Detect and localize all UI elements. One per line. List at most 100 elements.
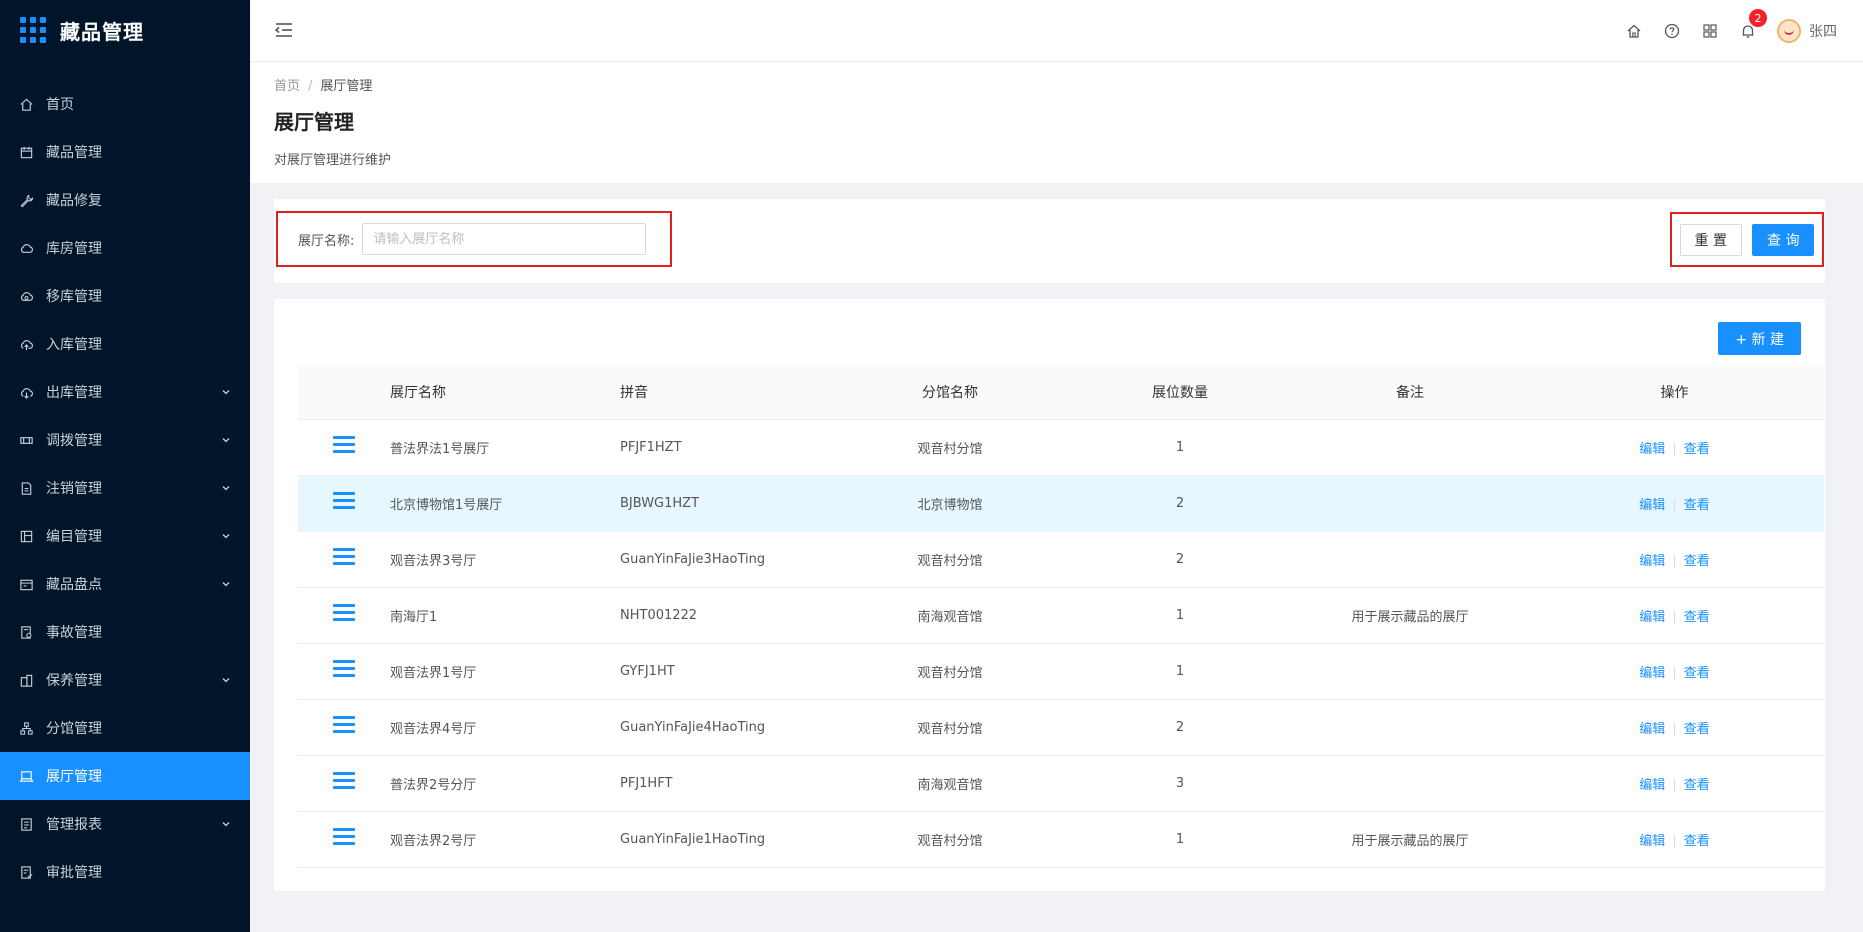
branch-name-cell: 北京博物馆	[835, 475, 1065, 532]
new-button[interactable]: + 新 建	[1718, 322, 1801, 355]
booth-count-cell: 1	[1065, 419, 1295, 476]
sidebar-item-label: 库房管理	[46, 241, 102, 257]
sidebar-item[interactable]: 调拨管理	[0, 416, 250, 464]
table-row[interactable]: 南海厅1 NHT001222 南海观音馆 1 用于展示藏品的展厅 编辑 | 查看	[298, 587, 1824, 644]
pinyin-cell: PFJ1HFT	[620, 755, 835, 812]
file-icon	[18, 480, 34, 496]
sidebar-item[interactable]: 展厅管理	[0, 752, 250, 800]
view-link[interactable]: 查看	[1684, 666, 1710, 681]
breadcrumb-current: 展厅管理	[320, 79, 373, 94]
view-link[interactable]: 查看	[1684, 778, 1710, 793]
drag-handle-icon[interactable]	[333, 771, 355, 791]
search-field-group: 展厅名称:	[276, 211, 672, 267]
edit-link[interactable]: 编辑	[1639, 722, 1665, 737]
hall-table: 展厅名称 拼音 分馆名称 展位数量 备注 操作 普法界法1号展厅 PFJF1HZT…	[298, 365, 1824, 868]
pinyin-cell: BJBWG1HZT	[620, 475, 835, 532]
sidebar-item[interactable]: 库房管理	[0, 224, 250, 272]
view-link[interactable]: 查看	[1684, 442, 1710, 457]
sidebar-item[interactable]: 管理报表	[0, 800, 250, 848]
edit-link[interactable]: 编辑	[1639, 610, 1665, 625]
view-link[interactable]: 查看	[1684, 834, 1710, 849]
drag-handle-icon[interactable]	[333, 491, 355, 511]
table-row[interactable]: 观音法界2号厅 GuanYinFaJie1HaoTing 观音村分馆 1 用于展示藏品的…	[298, 811, 1824, 868]
action-divider: |	[1672, 553, 1677, 569]
chevron-down-icon	[220, 818, 232, 830]
edit-link[interactable]: 编辑	[1639, 666, 1665, 681]
sidebar-item[interactable]: 保养管理	[0, 656, 250, 704]
drag-handle-icon[interactable]	[333, 659, 355, 679]
hall-name-label: 展厅名称:	[298, 233, 355, 249]
drag-handle-icon[interactable]	[333, 827, 355, 847]
table-row[interactable]: 观音法界4号厅 GuanYinFaJie4HaoTing 观音村分馆 2 编辑 | 查看	[298, 699, 1824, 756]
edit-link[interactable]: 编辑	[1639, 834, 1665, 849]
view-link[interactable]: 查看	[1684, 722, 1710, 737]
table-row[interactable]: 普法界法1号展厅 PFJF1HZT 观音村分馆 1 编辑 | 查看	[298, 419, 1824, 476]
drag-cell	[298, 643, 390, 700]
query-button[interactable]: 查 询	[1752, 223, 1815, 256]
branch-name-cell: 观音村分馆	[835, 643, 1065, 700]
sidebar-item[interactable]: 注销管理	[0, 464, 250, 512]
action-divider: |	[1672, 665, 1677, 681]
notification-bell-icon[interactable]: 2	[1729, 0, 1767, 62]
drag-column-header	[298, 365, 390, 420]
sidebar-item-label: 管理报表	[46, 817, 102, 833]
drag-handle-icon[interactable]	[333, 547, 355, 567]
pinyin-cell: GuanYinFaJie4HaoTing	[620, 699, 835, 756]
apps-grid-icon	[20, 17, 46, 43]
sidebar-item[interactable]: 藏品管理	[0, 128, 250, 176]
home-icon[interactable]	[1615, 0, 1653, 62]
sidebar-item[interactable]: 首页	[0, 80, 250, 128]
drag-handle-icon[interactable]	[333, 715, 355, 735]
table-row[interactable]: 观音法界3号厅 GuanYinFaJie3HaoTing 观音村分馆 2 编辑 | 查看	[298, 531, 1824, 588]
view-link[interactable]: 查看	[1684, 498, 1710, 513]
logo[interactable]: 藏品管理	[0, 0, 250, 60]
edit-link[interactable]: 编辑	[1639, 778, 1665, 793]
hall-name-cell: 观音法界3号厅	[390, 531, 620, 588]
menu-fold-icon[interactable]	[274, 20, 294, 40]
actions-cell: 编辑 | 查看	[1525, 475, 1824, 532]
remark-cell	[1295, 699, 1525, 756]
home-icon	[18, 96, 34, 112]
branch-name-cell: 观音村分馆	[835, 531, 1065, 588]
sidebar-item[interactable]: 事故管理	[0, 608, 250, 656]
hall-name-cell: 普法界2号分厅	[390, 755, 620, 812]
table-row[interactable]: 观音法界1号厅 GYFJ1HT 观音村分馆 1 编辑 | 查看	[298, 643, 1824, 700]
cluster-icon	[18, 720, 34, 736]
pinyin-cell: GYFJ1HT	[620, 643, 835, 700]
sidebar-item[interactable]: 入库管理	[0, 320, 250, 368]
cloud-icon	[18, 240, 34, 256]
sidebar-item[interactable]: 藏品修复	[0, 176, 250, 224]
drag-cell	[298, 587, 390, 644]
table-row[interactable]: 北京博物馆1号展厅 BJBWG1HZT 北京博物馆 2 编辑 | 查看	[298, 475, 1824, 532]
pinyin-cell: NHT001222	[620, 587, 835, 644]
chevron-down-icon	[220, 530, 232, 542]
table-row[interactable]: 普法界2号分厅 PFJ1HFT 南海观音馆 3 编辑 | 查看	[298, 755, 1824, 812]
user-menu[interactable]: 张四	[1777, 19, 1837, 43]
help-icon[interactable]	[1653, 0, 1691, 62]
sidebar-item[interactable]: 审批管理	[0, 848, 250, 896]
view-link[interactable]: 查看	[1684, 610, 1710, 625]
edit-link[interactable]: 编辑	[1639, 442, 1665, 457]
edit-link[interactable]: 编辑	[1639, 554, 1665, 569]
hall-name-cell: 北京博物馆1号展厅	[390, 475, 620, 532]
view-link[interactable]: 查看	[1684, 554, 1710, 569]
drag-cell	[298, 811, 390, 868]
table-panel: + 新 建 展厅名称 拼音 分馆名称 展位数量 备注 操作 普法界法1号展厅 PF…	[274, 299, 1825, 891]
drag-handle-icon[interactable]	[333, 435, 355, 455]
sidebar-item[interactable]: 出库管理	[0, 368, 250, 416]
edit-link[interactable]: 编辑	[1639, 498, 1665, 513]
actions-cell: 编辑 | 查看	[1525, 699, 1824, 756]
hall-name-input[interactable]	[362, 223, 647, 255]
sidebar-item[interactable]: 分馆管理	[0, 704, 250, 752]
drag-handle-icon[interactable]	[333, 603, 355, 623]
breadcrumb-home[interactable]: 首页	[274, 79, 300, 94]
sidebar-item[interactable]: 移库管理	[0, 272, 250, 320]
sidebar-item-label: 展厅管理	[46, 769, 102, 785]
sidebar-item-label: 藏品管理	[46, 145, 102, 161]
sidebar-item[interactable]: 编目管理	[0, 512, 250, 560]
action-divider: |	[1672, 777, 1677, 793]
reset-button[interactable]: 重 置	[1679, 223, 1742, 256]
sidebar-item[interactable]: 藏品盘点	[0, 560, 250, 608]
appstore-icon[interactable]	[1691, 0, 1729, 62]
column-header-count: 展位数量	[1065, 365, 1295, 420]
